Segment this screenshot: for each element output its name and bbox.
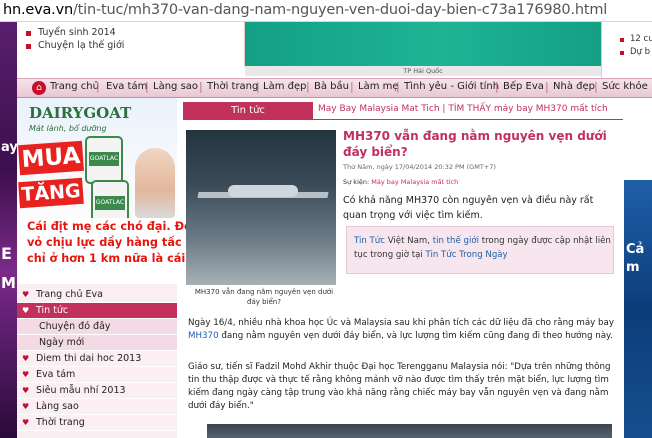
nav-item-home[interactable]: Trang chủ	[50, 81, 99, 92]
right-ad-text: m	[626, 260, 640, 275]
top-list-item[interactable]: Chuyện lạ thế giới	[38, 40, 124, 51]
plane-body-shape	[228, 185, 298, 197]
nav-item-suc-khoe[interactable]: Sức khỏe	[602, 81, 648, 92]
nav-item-ba-bau[interactable]: Bà bầu	[314, 81, 349, 92]
nav-separator: |	[350, 80, 354, 93]
nav-item-eva-tam[interactable]: Eva tám	[106, 81, 147, 92]
article-paragraph: Ngày 16/4, nhiều nhà khoa học Úc và Mala…	[188, 317, 616, 343]
left-edge-text-bot: M	[1, 274, 16, 292]
nav-separator: |	[594, 80, 598, 93]
can-label: GOATLAC	[89, 152, 119, 166]
nav-item-tinh-yeu[interactable]: Tình yêu - Giới tính	[404, 81, 499, 92]
nav-separator: |	[495, 80, 499, 93]
nav-separator: |	[396, 80, 400, 93]
product-can-image: GOATLAC	[85, 136, 123, 184]
paragraph-text: Ngày 16/4, nhiều nhà khoa học Úc và Mala…	[188, 318, 615, 328]
nav-item-nha-dep[interactable]: Nhà đẹp	[553, 81, 595, 92]
nav-separator: |	[199, 80, 203, 93]
address-bar[interactable]: hn.eva.vn/tin-tuc/mh370-van-dang-nam-ngu…	[0, 0, 652, 22]
right-ad-text: Cả	[626, 242, 645, 257]
related-label: Sự kiện:	[343, 178, 370, 186]
related-event: Sự kiện: Máy bay Malaysia mất tích	[343, 178, 458, 186]
top-right-item[interactable]: 12 cu	[630, 34, 652, 44]
left-menu-label: Ngày mới	[39, 337, 85, 348]
heart-icon: ♥	[22, 418, 30, 427]
left-menu-item[interactable]: ♥ Diem thi dai hoc 2013	[17, 351, 177, 367]
nav-separator: |	[545, 80, 549, 93]
photo-caption: MH370 vẫn đang nằm nguyên vẹn dưới đáy b…	[194, 288, 334, 306]
left-menu-item[interactable]: ♥ Làng sao	[17, 399, 177, 415]
nav-item-bep-eva[interactable]: Bếp Eva	[503, 81, 544, 92]
top-list-item[interactable]: Tuyển sinh 2014	[38, 27, 116, 38]
left-menu-label: Eva tám	[36, 369, 76, 380]
left-menu-label: Làng sao	[36, 401, 79, 412]
article-paragraph: Giáo sư, tiến sĩ Fadzil Mohd Akhir thuộc…	[188, 362, 611, 411]
tin-the-gioi-link[interactable]: tin thế giới	[433, 236, 479, 246]
breadcrumb[interactable]: May Bay Malaysia Mat Tich | TÌM THẤY máy…	[318, 104, 608, 114]
nav-separator: |	[145, 80, 149, 93]
nav-item-thoi-trang[interactable]: Thời trang	[207, 81, 258, 92]
left-menu-item[interactable]: ♥ Trang chủ Eva	[17, 287, 177, 303]
left-menu-item[interactable]: ♥ Tin tức	[17, 303, 177, 319]
tin-tuc-link[interactable]: Tin Tức	[354, 236, 385, 246]
left-menu-item[interactable]: ♥ Eva tám	[17, 367, 177, 383]
section-tab-tin-tuc[interactable]: Tin tức	[183, 102, 313, 119]
heart-icon: ♥	[22, 306, 30, 315]
ad-tagline: Mát lành, bổ dưỡng	[29, 124, 107, 133]
right-edge-ad[interactable]: Cả m	[624, 180, 652, 438]
ad-promo-mua: MUA	[18, 140, 84, 176]
child-photo	[135, 148, 175, 218]
ad-promo-tang: TĂNG	[18, 177, 84, 209]
nav-item-lam-dep[interactable]: Làm đẹp	[263, 81, 306, 92]
can-label: GOATLAC	[95, 196, 125, 210]
heart-icon: ♥	[22, 354, 30, 363]
bullet	[26, 31, 31, 36]
top-right-item[interactable]: Dự b	[630, 47, 650, 57]
divider	[183, 119, 623, 120]
tin-tuc-trong-ngay-link[interactable]: Tin Tức Trong Ngày	[425, 250, 507, 260]
left-menu-item[interactable]: ♥ Thời trang	[17, 415, 177, 431]
bullet	[620, 51, 624, 55]
nav-separator: |	[96, 80, 100, 93]
ad-brand-logo: DAIRYGOAT	[29, 104, 132, 122]
bullet	[620, 38, 624, 42]
left-menu-item[interactable]: Chuyện đó đây	[17, 319, 177, 335]
left-menu-label: Trang chủ Eva	[36, 289, 103, 300]
related-event-link[interactable]: Máy bay Malaysia mất tích	[371, 178, 458, 186]
nav-separator: |	[306, 80, 310, 93]
article-date: Thứ Năm, ngày 17/04/2014 20:32 PM (GMT+7…	[343, 163, 496, 171]
left-edge-text-top: ay	[1, 140, 18, 155]
paragraph-text: đang nằm nguyên vẹn dưới đáy biển, và lự…	[218, 331, 613, 341]
left-menu-label: Thời trang	[36, 417, 85, 428]
heart-icon: ♥	[22, 290, 30, 299]
home-icon[interactable]: ⌂	[32, 81, 46, 95]
article-photo-2[interactable]	[207, 424, 612, 438]
mh370-link[interactable]: MH370	[188, 331, 219, 341]
article-lead: Có khả năng MH370 còn nguyên vẹn và điều…	[343, 195, 594, 221]
heart-icon: ♥	[22, 402, 30, 411]
left-edge-ad[interactable]: ay E M	[0, 22, 18, 438]
heart-icon: ♥	[22, 386, 30, 395]
url-text[interactable]: hn.eva.vn/tin-tuc/mh370-van-dang-nam-ngu…	[3, 2, 607, 18]
top-banner-ad[interactable]	[245, 22, 601, 66]
nav-item-lam-me[interactable]: Làm mẹ	[358, 81, 399, 92]
nav-separator: |	[256, 80, 260, 93]
left-menu-item[interactable]: Ngày mới	[17, 335, 177, 351]
article-title: MH370 vẫn đang nằm nguyên vẹn dưới đáy b…	[343, 129, 607, 159]
info-text: Việt Nam,	[384, 236, 433, 246]
bullet	[26, 44, 31, 49]
left-menu-label: Chuyện đó đây	[39, 321, 111, 332]
nav-item-lang-sao[interactable]: Làng sao	[153, 81, 198, 92]
left-edge-text-mid: E	[1, 244, 12, 263]
info-box-text: Tin Tức Việt Nam, tin thế giới trong ngà…	[354, 234, 612, 262]
heart-icon: ♥	[22, 370, 30, 379]
banner-caption: TP Hải Quốc	[245, 66, 601, 76]
article-photo-airplane[interactable]	[186, 130, 336, 285]
left-menu-label: Diem thi dai hoc 2013	[36, 353, 142, 364]
left-menu-label: Tin tức	[36, 305, 69, 316]
left-menu-label: Siêu mẫu nhí 2013	[36, 385, 126, 396]
left-menu-item[interactable]: ♥ Siêu mẫu nhí 2013	[17, 383, 177, 399]
